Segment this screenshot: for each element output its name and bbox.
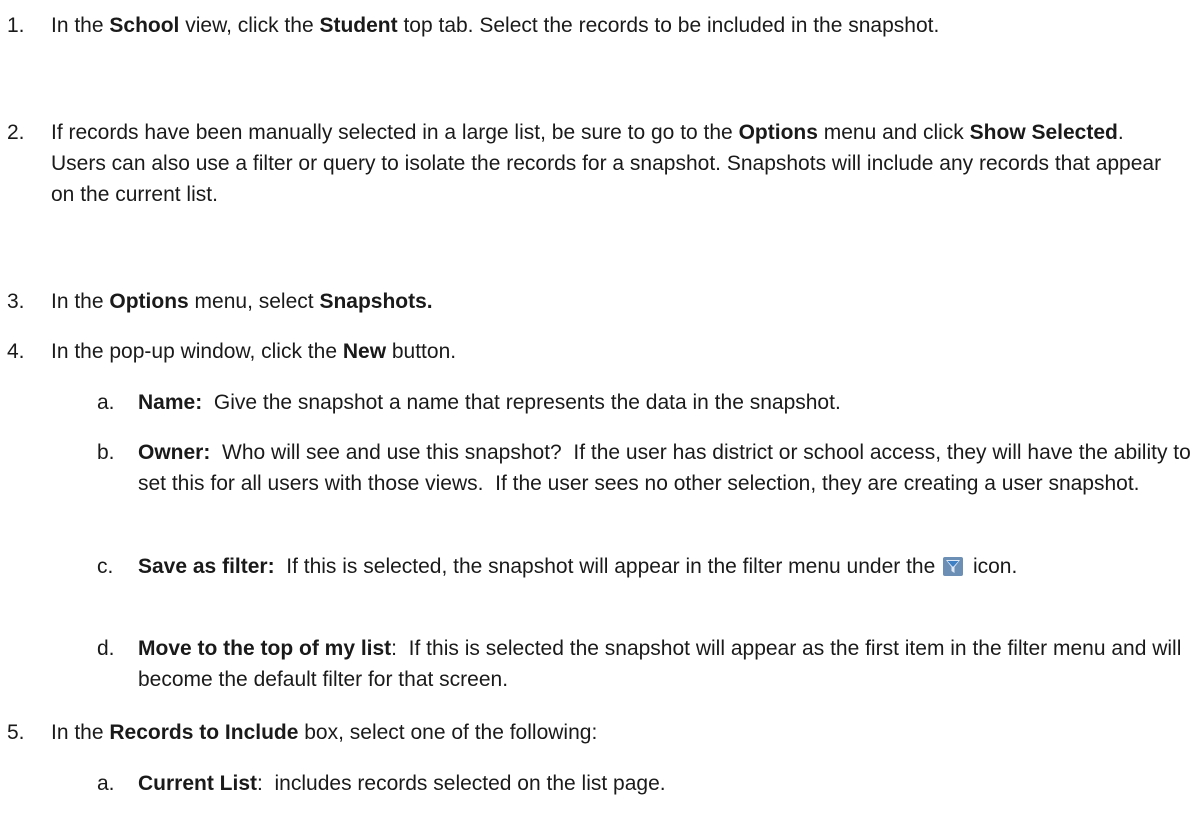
substep-text: Move to the top of my list: If this is s… xyxy=(138,637,1188,691)
substep-letter: d. xyxy=(97,637,115,660)
step-number: 1. xyxy=(7,14,25,37)
substep-letter: a. xyxy=(97,772,115,795)
step-text: In the School view, click the Student to… xyxy=(51,14,940,37)
filter-funnel-icon xyxy=(943,554,964,576)
substep-letter: c. xyxy=(97,555,114,578)
step-number: 2. xyxy=(7,121,25,144)
substep-text: Save as filter: If this is selected, the… xyxy=(138,554,1018,578)
step-number: 4. xyxy=(7,340,25,363)
step-text: In the Options menu, select Snapshots. xyxy=(51,290,433,313)
step-text: In the Records to Include box, select on… xyxy=(51,721,598,744)
step-text: If records have been manually selected i… xyxy=(51,121,1162,206)
document-page: 1. In the School view, click the Student… xyxy=(0,0,1199,824)
step-text: In the pop-up window, click the New butt… xyxy=(51,340,457,363)
step-number: 5. xyxy=(7,721,25,744)
step-number: 3. xyxy=(7,290,25,313)
substep-letter: a. xyxy=(97,391,115,414)
substep-letter: b. xyxy=(97,441,115,464)
substep-text: Name: Give the snapshot a name that repr… xyxy=(138,391,841,414)
substep-text: Owner: Who will see and use this snapsho… xyxy=(138,441,1197,495)
substep-text: Current List: includes records selected … xyxy=(138,772,666,795)
